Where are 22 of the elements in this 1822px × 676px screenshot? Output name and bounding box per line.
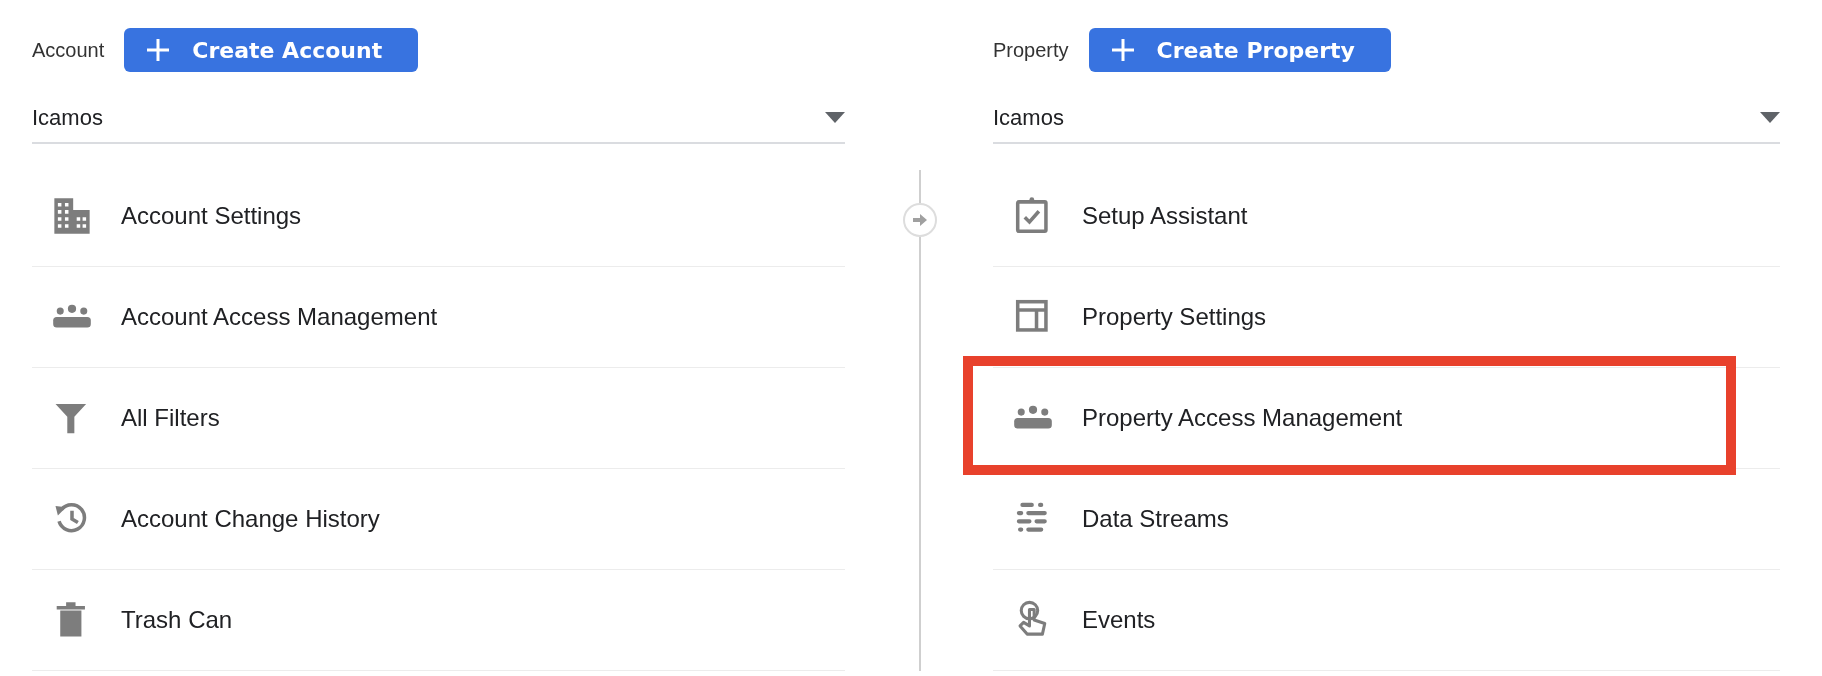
- menu-item[interactable]: Trash Can: [32, 570, 845, 671]
- dropdown[interactable]: Icamos: [32, 94, 845, 144]
- arrow-circle-icon: [902, 202, 938, 238]
- create-button[interactable]: Create Property: [1088, 28, 1391, 72]
- menu-item[interactable]: All Filters: [32, 368, 845, 469]
- plus-icon: [146, 38, 171, 62]
- menu-item[interactable]: Property Access Management: [993, 368, 1780, 469]
- menu-item[interactable]: Property Settings: [993, 267, 1780, 368]
- menu-item[interactable]: Data Streams: [993, 469, 1780, 570]
- create-button[interactable]: Create Account: [124, 28, 419, 72]
- caret-icon: [1760, 112, 1780, 124]
- menu-item[interactable]: Events: [993, 570, 1780, 671]
- plus-icon: [1110, 38, 1135, 62]
- menu-item[interactable]: Account Change History: [32, 469, 845, 570]
- section-label: Account: [32, 38, 105, 62]
- menu-item[interactable]: Setup Assistant: [993, 166, 1780, 267]
- dropdown[interactable]: Icamos: [993, 94, 1780, 144]
- building-icon: [52, 196, 92, 236]
- menu-item[interactable]: Account Access Management: [32, 267, 845, 368]
- caret-icon: [825, 112, 845, 124]
- section-label: Property: [993, 38, 1069, 62]
- menu-item[interactable]: Account Settings: [32, 166, 845, 267]
